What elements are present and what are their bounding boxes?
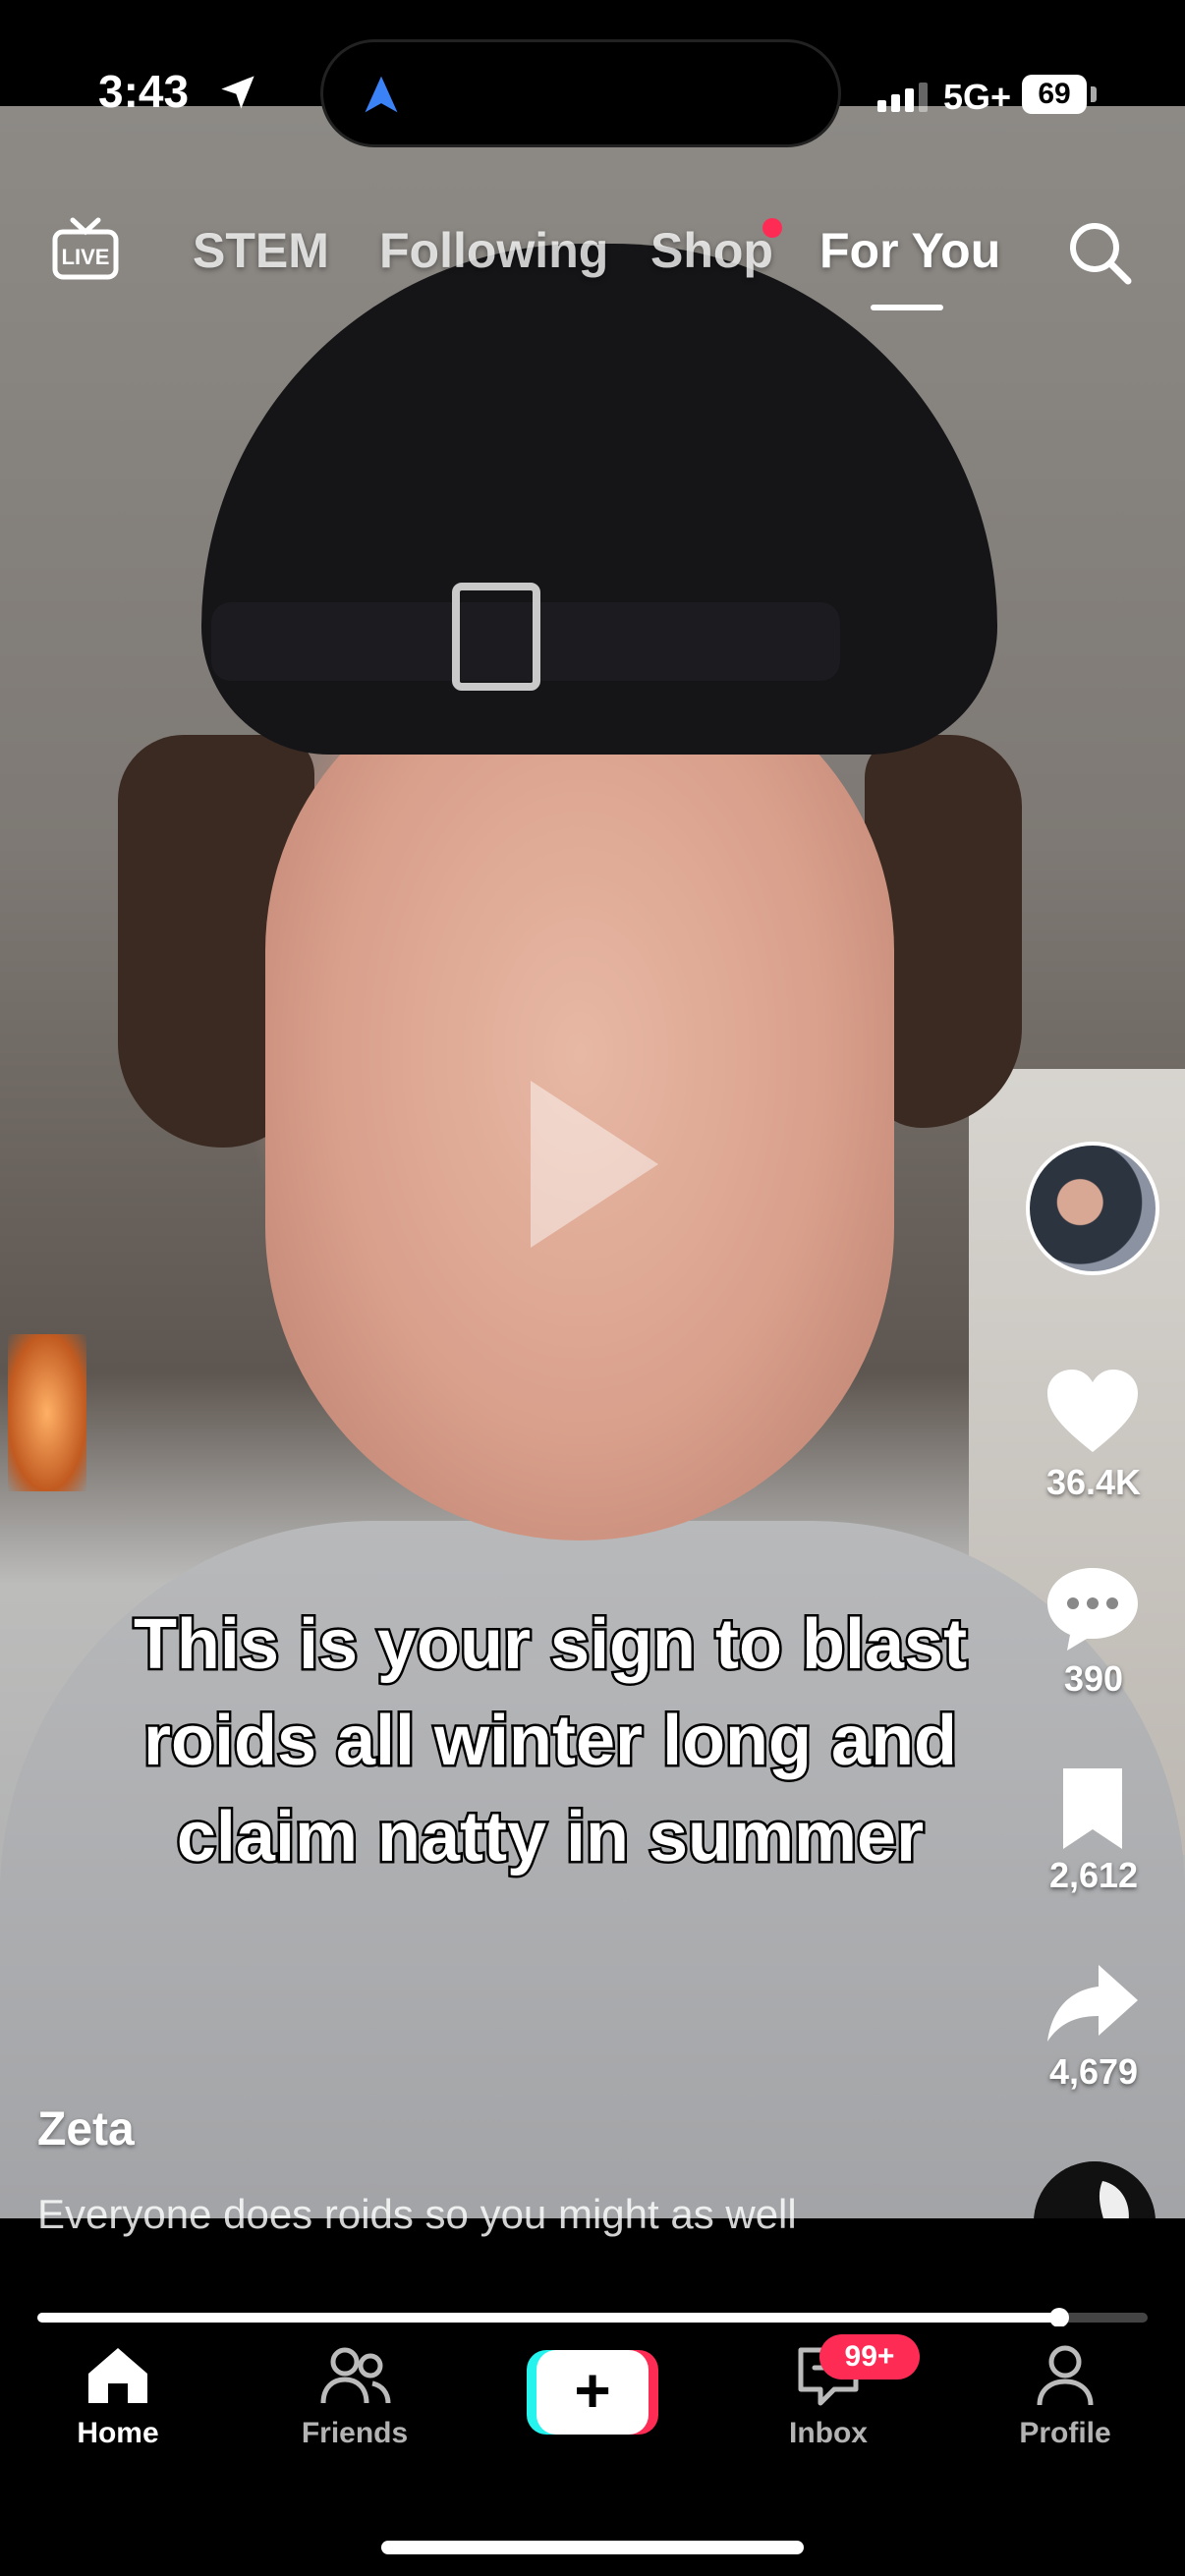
create-button[interactable]: +: [527, 2350, 658, 2435]
nav-profile-label: Profile: [1019, 2417, 1111, 2449]
battery-level: 69: [1022, 75, 1087, 114]
svg-text:LIVE: LIVE: [62, 245, 110, 269]
network-type: 5G+: [943, 77, 1012, 117]
comment-count: 390: [1063, 1658, 1124, 1699]
navigation-arrow-icon: [365, 76, 398, 113]
tab-stem[interactable]: STEM: [193, 222, 329, 279]
background-lamp: [8, 1334, 86, 1491]
profile-icon: [1037, 2345, 1094, 2406]
bookmark-count: 2,612: [1048, 1855, 1139, 1895]
tab-for-you[interactable]: For You: [819, 222, 1000, 279]
video-caption-overlay: This is your sign to blast roids all win…: [131, 1603, 969, 1879]
share-count: 4,679: [1048, 2051, 1139, 2092]
nav-home-label: Home: [77, 2417, 159, 2449]
home-indicator[interactable]: [381, 2541, 804, 2554]
search-icon[interactable]: [1065, 218, 1134, 287]
home-icon: [88, 2348, 147, 2403]
nav-home[interactable]: Home: [20, 2338, 216, 2450]
shop-notification-dot: [762, 218, 782, 238]
nav-profile[interactable]: Profile: [967, 2338, 1163, 2450]
heart-icon[interactable]: [1042, 1368, 1144, 1456]
author-name[interactable]: Zeta: [37, 2102, 135, 2156]
nav-friends-label: Friends: [301, 2417, 409, 2449]
status-time: 3:43: [98, 66, 190, 117]
video-progress-fill: [37, 2313, 1059, 2323]
signal-icon: [877, 83, 932, 112]
battery-tip: [1091, 86, 1097, 102]
video-description[interactable]: Everyone does roids so you might as well: [37, 2189, 843, 2240]
tab-shop[interactable]: Shop: [650, 222, 773, 279]
comment-icon[interactable]: [1042, 1564, 1144, 1652]
tab-following[interactable]: Following: [379, 222, 608, 279]
share-icon[interactable]: [1042, 1959, 1144, 2047]
live-icon[interactable]: LIVE: [49, 214, 122, 287]
bookmark-icon[interactable]: [1042, 1764, 1144, 1853]
play-icon[interactable]: [531, 1081, 658, 1248]
video-progress-knob[interactable]: [1049, 2308, 1069, 2327]
inbox-badge: 99+: [819, 2334, 920, 2380]
cap-buckle: [452, 583, 540, 691]
friends-icon: [320, 2347, 391, 2404]
nav-friends[interactable]: Friends: [256, 2338, 453, 2450]
creator-avatar[interactable]: [1026, 1142, 1159, 1275]
location-arrow-icon: [221, 76, 254, 109]
create-plus-icon: +: [536, 2350, 649, 2435]
like-count: 36.4K: [1045, 1462, 1142, 1502]
nav-inbox-label: Inbox: [789, 2417, 868, 2449]
active-tab-indicator: [871, 305, 943, 310]
